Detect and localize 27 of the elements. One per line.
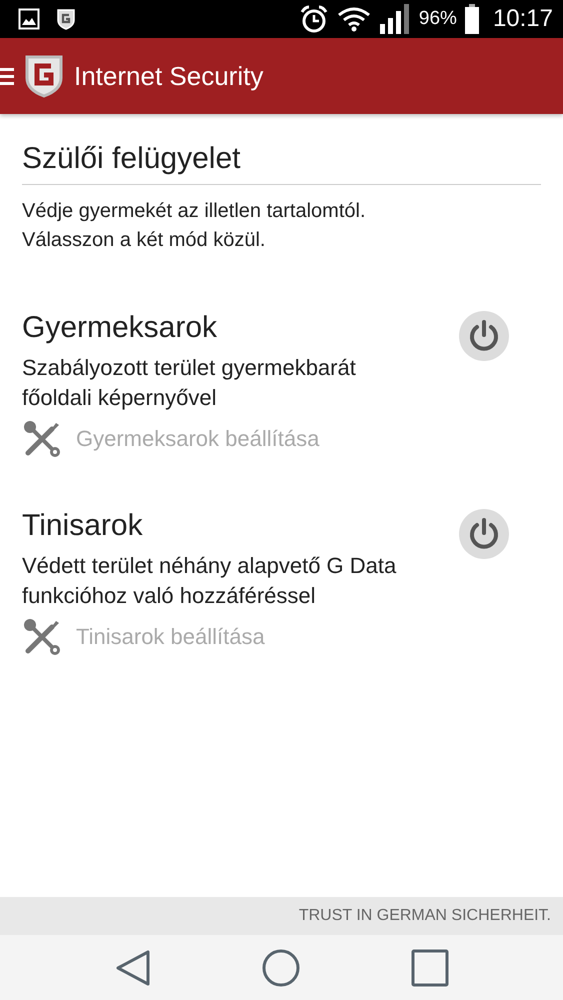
footer-slogan: TRUST IN GERMAN SICHERHEIT. [298,907,551,925]
shield-icon [56,8,76,30]
mode-title: Gyermeksarok [22,311,218,345]
mode-title: Tinisarok [22,509,144,543]
wifi-icon [336,6,371,32]
tools-icon [22,419,62,459]
power-toggle[interactable] [459,311,509,361]
home-icon[interactable] [260,948,300,988]
shield-logo-icon [24,54,64,98]
app-title: Internet Security [74,60,264,92]
mode-description: Szabályozott terület gyermekbarát főoldali képernyővel [22,354,357,412]
section-title: Szülői felügyelet [22,142,242,176]
mode-description: Védett terület néhány alapvető G Data funkcióhoz való hozzáféréssel [22,552,398,610]
recents-icon[interactable] [410,948,448,986]
back-icon[interactable] [114,948,150,988]
clock-time: 10:17 [492,5,553,33]
alarm-icon [298,5,329,33]
tools-icon [22,617,62,657]
power-icon [467,319,501,353]
battery-icon [464,4,479,34]
battery-percentage: 96% [418,8,457,30]
section-description: Védje gyermekét az illetlen tartalomtól. Válasszon a két mód közül. [22,199,366,253]
menu-icon[interactable] [0,66,14,86]
signal-icon [378,4,411,34]
power-icon [467,517,501,551]
power-toggle[interactable] [459,509,509,559]
image-icon [18,8,40,30]
